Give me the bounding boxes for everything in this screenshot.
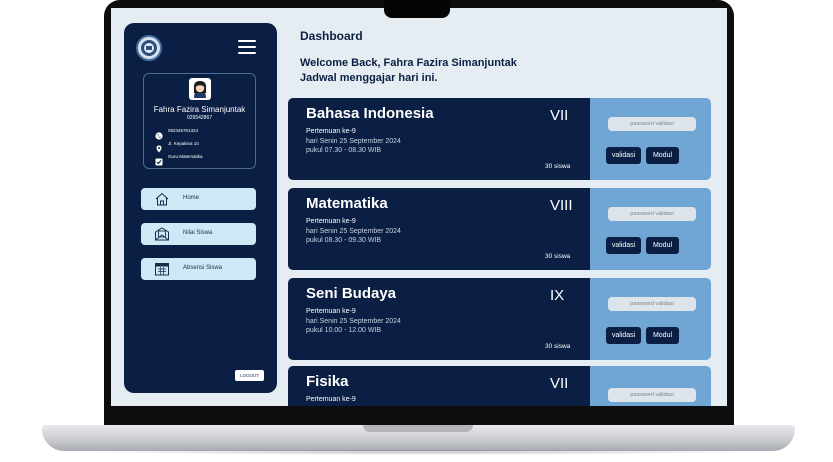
school-logo-icon	[136, 35, 162, 61]
course-card: Matematika VIII Pertemuan ke-9 hari Seni…	[288, 188, 711, 270]
modul-button[interactable]: Modul	[646, 237, 679, 254]
course-info: Bahasa Indonesia VII Pertemuan ke-9 hari…	[288, 98, 590, 180]
course-date: hari Senin 25 September 2024	[306, 228, 401, 235]
calendar-icon	[154, 262, 170, 281]
course-info: Matematika VIII Pertemuan ke-9 hari Seni…	[288, 188, 590, 270]
course-action-panel: validasi Modul	[590, 98, 711, 180]
profile-address-row: Jl. Kepakina 10	[155, 139, 199, 152]
course-time: pukul 08.30 - 09.30 WIB	[306, 237, 382, 244]
course-title: Fisika	[306, 373, 349, 390]
sidebar-item-label: Home	[183, 195, 200, 201]
student-count: 30 siswa	[545, 253, 571, 260]
sidebar: Fahra Fazira Simanjuntak 029542867 08234…	[124, 23, 277, 393]
course-action-panel: validasi Modul	[590, 188, 711, 270]
home-icon	[154, 192, 170, 211]
phone-icon	[155, 127, 163, 140]
profile-address: Jl. Kepakina 10	[168, 141, 199, 146]
location-pin-icon	[155, 140, 163, 152]
course-meeting: Pertemuan ke-9	[306, 218, 356, 225]
course-meeting: Pertemuan ke-9	[306, 128, 356, 135]
logout-button[interactable]: LOGOUT	[235, 370, 264, 381]
screen: Fahra Fazira Simanjuntak 029542867 08234…	[111, 8, 727, 406]
laptop-shadow	[60, 449, 776, 455]
student-count: 30 siswa	[545, 343, 571, 350]
checkbox-icon	[155, 153, 163, 165]
course-title: Seni Budaya	[306, 285, 397, 302]
course-action-panel: validasi Modul	[590, 278, 711, 360]
menu-icon[interactable]	[238, 40, 256, 54]
profile-card: Fahra Fazira Simanjuntak 029542867 08234…	[143, 73, 256, 169]
camera-notch	[384, 0, 450, 18]
profile-phone: 082345761324	[168, 128, 199, 133]
course-date: hari Senin 25 September 2024	[306, 318, 401, 325]
course-card: Seni Budaya IX Pertemuan ke-9 hari Senin…	[288, 278, 711, 360]
course-date: hari Senin 25 September 2024	[306, 138, 401, 145]
course-class: VIII	[550, 197, 573, 214]
course-class: VII	[550, 107, 569, 124]
profile-phone-row: 082345761324	[155, 126, 199, 140]
course-meeting: Pertemuan ke-9	[306, 308, 356, 315]
avatar	[189, 78, 211, 100]
validasi-button[interactable]: validasi	[606, 237, 641, 254]
course-title: Matematika	[306, 195, 388, 212]
sidebar-item-label: Nilai Siswa	[183, 230, 213, 236]
laptop-base-lip	[363, 425, 473, 432]
profile-id: 029542867	[186, 115, 213, 121]
password-validasi-input[interactable]	[608, 117, 696, 131]
welcome-text: Welcome Back, Fahra Fazira Simanjuntak	[300, 57, 517, 69]
validasi-button[interactable]: validasi	[606, 147, 641, 164]
profile-role: Guru Matematika	[168, 154, 203, 159]
profile-role-row: Guru Matematika	[155, 152, 203, 165]
validasi-button[interactable]: validasi	[606, 327, 641, 344]
sidebar-item-home[interactable]: Home	[141, 188, 256, 210]
course-class: VII	[550, 375, 569, 392]
course-info: Fisika VII Pertemuan ke-9	[288, 366, 590, 406]
modul-button[interactable]: Modul	[646, 327, 679, 344]
course-class: IX	[550, 287, 565, 304]
password-validasi-input[interactable]	[608, 388, 696, 402]
course-card: Bahasa Indonesia VII Pertemuan ke-9 hari…	[288, 98, 711, 180]
password-validasi-input[interactable]	[608, 297, 696, 311]
course-card: Fisika VII Pertemuan ke-9	[288, 366, 711, 406]
sidebar-item-label: Absensi Siswa	[183, 265, 223, 271]
sidebar-item-nilai-siswa[interactable]: Nilai Siswa	[141, 223, 256, 245]
grades-icon	[154, 227, 170, 246]
modul-button[interactable]: Modul	[646, 147, 679, 164]
sidebar-item-absensi-siswa[interactable]: Absensi Siswa	[141, 258, 256, 280]
password-validasi-input[interactable]	[608, 207, 696, 221]
student-count: 30 siswa	[545, 163, 571, 170]
course-action-panel	[590, 366, 711, 406]
course-meeting: Pertemuan ke-9	[306, 396, 356, 403]
course-time: pukul 07.30 - 08.30 WIB	[306, 147, 382, 154]
course-title: Bahasa Indonesia	[306, 105, 434, 122]
course-time: pukul 10.00 - 12.00 WIB	[306, 327, 382, 334]
course-info: Seni Budaya IX Pertemuan ke-9 hari Senin…	[288, 278, 590, 360]
page-title: Dashboard	[300, 29, 363, 43]
profile-name: Fahra Fazira Simanjuntak	[153, 105, 246, 114]
schedule-subtitle: Jadwal menggajar hari ini.	[300, 72, 438, 84]
